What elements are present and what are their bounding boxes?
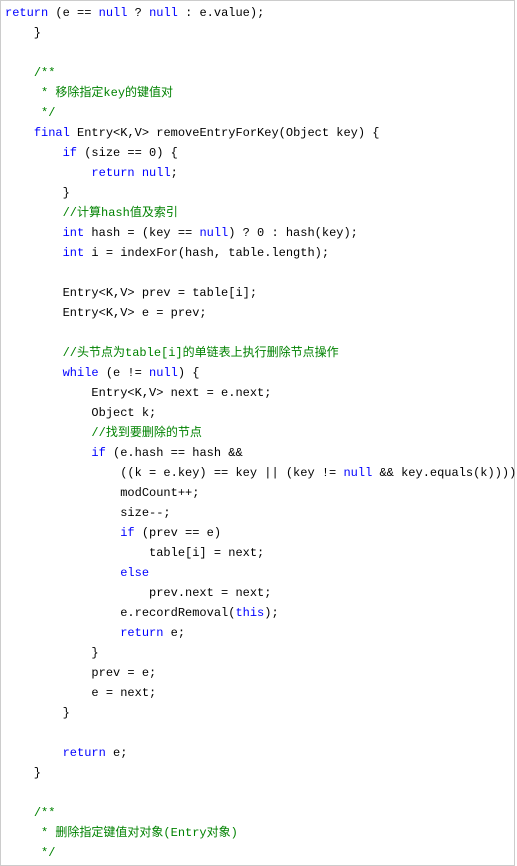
code-token: int <box>63 246 85 260</box>
code-token: //计算hash值及索引 <box>63 206 178 220</box>
code-token: if <box>91 446 105 460</box>
code-token: if <box>63 146 77 160</box>
code-token: return <box>63 746 106 760</box>
code-token: null <box>149 366 178 380</box>
code-token: //头节点为table[i]的单链表上执行删除节点操作 <box>63 346 339 360</box>
code-token: return <box>5 6 48 20</box>
code-content: return (e == null ? null : e.value); } /… <box>1 1 514 865</box>
code-token: null <box>199 226 228 240</box>
code-token: else <box>120 566 149 580</box>
code-token: return <box>120 626 163 640</box>
code-token: int <box>63 226 85 240</box>
code-token: null <box>343 466 372 480</box>
code-block: return (e == null ? null : e.value); } /… <box>0 0 515 866</box>
code-token: return <box>91 166 134 180</box>
code-token: this <box>235 606 264 620</box>
code-token: * 删除指定键值对对象(Entry对象) <box>34 826 238 840</box>
code-token: null <box>149 6 178 20</box>
code-token: /** <box>34 66 56 80</box>
code-token: null <box>99 6 128 20</box>
code-token: /** <box>34 806 56 820</box>
code-token: */ <box>34 846 56 860</box>
code-token: //找到要删除的节点 <box>91 426 201 440</box>
code-token: final <box>34 126 70 140</box>
code-token: */ <box>34 106 56 120</box>
code-token: null <box>142 166 171 180</box>
code-token: if <box>120 526 134 540</box>
code-token: while <box>63 366 99 380</box>
code-token: * 移除指定key的键值对 <box>34 86 173 100</box>
